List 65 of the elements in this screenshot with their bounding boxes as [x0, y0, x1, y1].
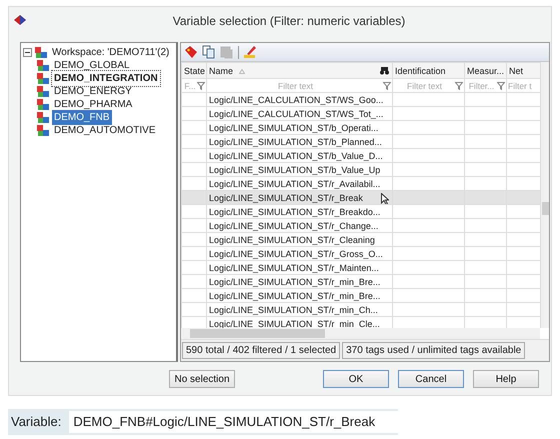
dialog-button[interactable]: Help	[473, 370, 539, 388]
filter-field[interactable]: Filter text	[206, 78, 392, 92]
column-header[interactable]: State	[182, 62, 206, 78]
tree-item[interactable]: DEMO_GLOBAL	[52, 58, 132, 73]
filter-field[interactable]: Filter...	[464, 78, 506, 92]
table-cell[interactable]: Logic/LINE_SIMULATION_ST/r_Gross_O...	[206, 246, 392, 260]
project-icon	[37, 60, 49, 71]
tree-item[interactable]: DEMO_ENERGY	[52, 84, 134, 99]
window-title: Variable selection (Filter: numeric variables)	[172, 12, 406, 30]
column-header[interactable]: Name	[206, 62, 392, 78]
workspace-icon	[35, 47, 47, 58]
table-cell[interactable]: Logic/LINE_SIMULATION_ST/b_Planned...	[206, 134, 392, 148]
filter-field[interactable]: Filter text	[392, 78, 464, 92]
column-header[interactable]: Identification	[392, 62, 464, 78]
app-icon	[13, 14, 27, 26]
filter-icon[interactable]	[455, 82, 463, 90]
filter-icon[interactable]	[497, 82, 505, 90]
project-icon	[37, 112, 49, 123]
filter-input[interactable]: Filter text	[208, 80, 383, 92]
table-cell[interactable]: Logic/LINE_SIMULATION_ST/b_Value_D...	[206, 148, 392, 162]
table-cell[interactable]: Logic/LINE_SIMULATION_ST/r_Change...	[206, 218, 392, 232]
project-icon	[37, 73, 49, 84]
status-text: 590 total / 402 filtered / 1 selected	[182, 342, 340, 359]
pencil-icon[interactable]	[243, 45, 257, 59]
dialog-button[interactable]: No selection	[169, 370, 235, 388]
copy-icon[interactable]	[202, 45, 216, 59]
project-icon	[37, 125, 49, 136]
filter-field[interactable]: F...	[182, 78, 206, 92]
table-cell[interactable]: Logic/LINE_CALCULATION_ST/WS_Tot_...	[206, 106, 392, 120]
tree-item[interactable]: DEMO_AUTOMOTIVE	[52, 123, 158, 138]
cursor-icon	[381, 193, 389, 204]
project-icon	[37, 99, 49, 110]
filter-icon[interactable]	[197, 82, 205, 90]
tag-icon[interactable]	[184, 45, 198, 59]
table-cell[interactable]: Logic/LINE_SIMULATION_ST/b_Operati...	[206, 120, 392, 134]
tree-item[interactable]: DEMO_PHARMA	[52, 97, 134, 112]
vertical-scrollbar[interactable]	[541, 62, 549, 328]
dialog-button[interactable]: Cancel	[398, 370, 464, 388]
table-cell[interactable]: Logic/LINE_SIMULATION_ST/r_min_Bre...	[206, 274, 392, 288]
table-cell[interactable]: Logic/LINE_SIMULATION_ST/r_min_Bre...	[206, 288, 392, 302]
tree-item[interactable]: Workspace: 'DEMO711'(2)	[50, 45, 172, 60]
filter-input[interactable]: F...	[183, 80, 197, 92]
status-text: 370 tags used / unlimited tags available	[342, 342, 526, 359]
binoculars-icon[interactable]	[380, 67, 389, 75]
table-cell[interactable]: Logic/LINE_SIMULATION_ST/r_min_Ch...	[206, 302, 392, 316]
project-icon	[37, 86, 49, 97]
filter-input[interactable]: Filter t	[508, 80, 539, 92]
tree-item[interactable]: DEMO_FNB	[52, 110, 112, 125]
table-cell[interactable]: Logic/LINE_SIMULATION_ST/r_Breakdo...	[206, 204, 392, 218]
table-cell[interactable]: Logic/LINE_SIMULATION_ST/b_Value_Up	[206, 162, 392, 176]
tree-item[interactable]: DEMO_INTEGRATION	[52, 71, 160, 86]
table-cell[interactable]: Logic/LINE_SIMULATION_ST/r_Mainten...	[206, 260, 392, 274]
horizontal-scrollbar[interactable]	[181, 328, 540, 339]
dialog-button[interactable]: OK	[323, 370, 389, 388]
variable-field[interactable]: DEMO_FNB#Logic/LINE_SIMULATION_ST/r_Break	[69, 411, 398, 433]
column-header[interactable]: Net	[506, 62, 540, 78]
table-cell[interactable]: Logic/LINE_SIMULATION_ST/r_Break	[206, 190, 392, 204]
variable-label: Variable:	[11, 413, 62, 432]
column-header[interactable]: Measur...	[464, 62, 506, 78]
filter-input[interactable]: Filter...	[466, 80, 497, 92]
collapse-icon[interactable]	[23, 48, 32, 57]
filter-icon[interactable]	[383, 82, 391, 90]
filter-input[interactable]: Filter text	[394, 80, 455, 92]
table-cell[interactable]: Logic/LINE_CALCULATION_ST/WS_Goo...	[206, 92, 392, 106]
table-cell[interactable]: Logic/LINE_SIMULATION_ST/r_Cleaning	[206, 232, 392, 246]
